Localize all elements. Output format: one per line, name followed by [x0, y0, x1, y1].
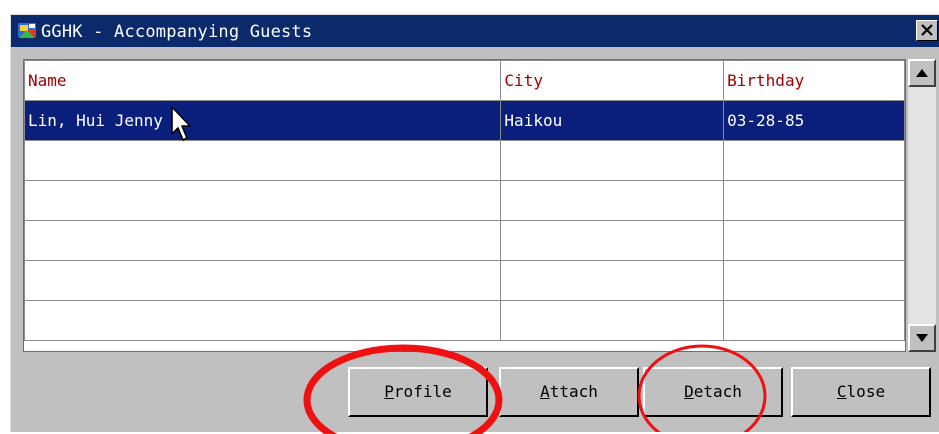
cell-city[interactable]: [500, 220, 725, 261]
table-row[interactable]: Lin, Hui Jenny Haikou 03-28-85: [23, 100, 905, 141]
close-icon: [921, 24, 933, 36]
table-row[interactable]: [23, 300, 905, 341]
cell-city[interactable]: [500, 300, 725, 341]
mouse-cursor-icon: [171, 106, 191, 141]
cell-name[interactable]: [23, 300, 502, 341]
cell-name[interactable]: Lin, Hui Jenny: [23, 100, 502, 141]
scroll-up-button[interactable]: [908, 59, 936, 87]
column-header-name[interactable]: Name: [23, 60, 502, 101]
cell-birthday[interactable]: 03-28-85: [723, 100, 905, 141]
cell-city[interactable]: [500, 180, 725, 221]
accompanying-guests-window: GGHK - Accompanying Guests Name City Bir…: [10, 14, 939, 432]
cell-birthday[interactable]: [723, 260, 905, 301]
title-bar: GGHK - Accompanying Guests: [11, 15, 939, 47]
scroll-up-arrow-icon: [916, 69, 928, 77]
table-row[interactable]: [23, 260, 905, 301]
cell-birthday[interactable]: [723, 180, 905, 221]
table-row[interactable]: [23, 140, 905, 181]
cell-birthday[interactable]: [723, 140, 905, 181]
window-close-button[interactable]: [916, 20, 938, 41]
cell-name[interactable]: [23, 140, 502, 181]
attach-button[interactable]: Attach: [499, 367, 639, 417]
cell-name[interactable]: [23, 220, 502, 261]
close-button[interactable]: Close: [791, 367, 931, 417]
column-header-city[interactable]: City: [500, 60, 725, 101]
cell-name[interactable]: [23, 180, 502, 221]
vertical-scrollbar[interactable]: [908, 59, 936, 352]
cell-name[interactable]: [23, 260, 502, 301]
cell-birthday[interactable]: [723, 300, 905, 341]
table-row[interactable]: [23, 220, 905, 261]
profile-button[interactable]: Profile: [348, 367, 488, 417]
app-icon: [17, 21, 39, 41]
cell-birthday[interactable]: [723, 220, 905, 261]
column-header-birthday[interactable]: Birthday: [723, 60, 905, 101]
cell-city[interactable]: [500, 140, 725, 181]
guests-grid: Name City Birthday Lin, Hui Jenny Haikou…: [23, 59, 906, 352]
scroll-down-button[interactable]: [908, 324, 936, 352]
scroll-down-arrow-icon: [916, 334, 928, 342]
table-row[interactable]: [23, 180, 905, 221]
detach-button[interactable]: Detach: [643, 367, 783, 417]
window-title: GGHK - Accompanying Guests: [41, 22, 313, 42]
cell-city[interactable]: [500, 260, 725, 301]
cell-city[interactable]: Haikou: [500, 100, 725, 141]
